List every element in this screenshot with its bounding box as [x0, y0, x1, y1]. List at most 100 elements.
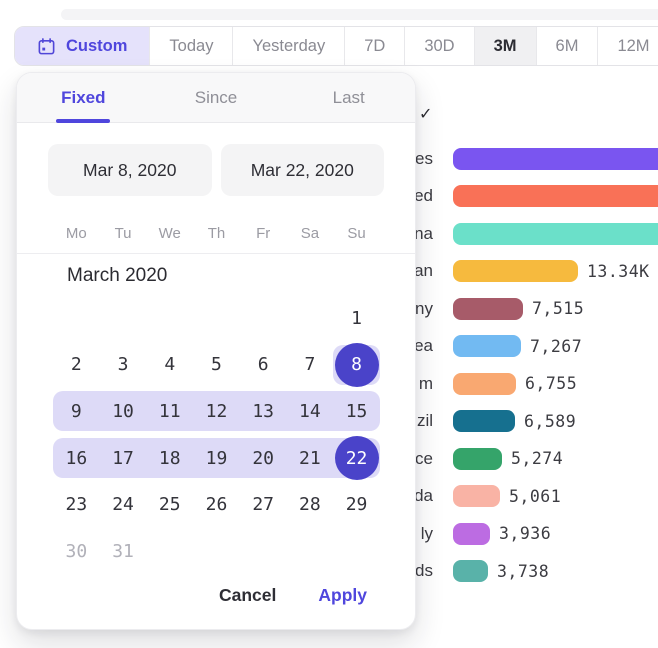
chart-bar — [453, 448, 502, 470]
preset-label: 3M — [494, 37, 517, 56]
calendar-day[interactable]: 24 — [100, 481, 147, 528]
calendar-day[interactable]: 6 — [240, 342, 287, 389]
calendar-day[interactable]: 23 — [53, 481, 100, 528]
calendar-day[interactable]: 26 — [193, 481, 240, 528]
calendar-icon — [37, 37, 56, 56]
date-range-toolbar: Custom Today Yesterday 7D 30D 3M 6M 12M — [14, 26, 658, 66]
calendar-day[interactable]: 3 — [100, 342, 147, 389]
chart-value: 7,267 — [530, 337, 582, 356]
chart-bar — [453, 185, 658, 207]
calendar-day[interactable]: 10 — [100, 388, 147, 435]
calendar-day[interactable]: 25 — [146, 481, 193, 528]
preset-button[interactable]: Yesterday — [233, 27, 345, 65]
custom-range-button[interactable]: Custom — [15, 27, 150, 65]
calendar-day[interactable]: 29 — [333, 481, 380, 528]
weekday-label: Mo — [53, 225, 100, 242]
tab-label: Since — [195, 88, 238, 108]
calendar-day[interactable]: 21 — [287, 435, 334, 482]
calendar-day[interactable]: 18 — [146, 435, 193, 482]
calendar-day[interactable]: 8 — [333, 342, 380, 389]
calendar-day — [146, 295, 193, 342]
header-divider — [17, 253, 415, 254]
calendar-day — [53, 295, 100, 342]
day-number: 21 — [299, 448, 321, 469]
day-number: 2 — [71, 354, 82, 375]
start-date-input[interactable]: Mar 8, 2020 — [48, 144, 212, 196]
chart-value: 7,515 — [532, 299, 584, 318]
day-number: 9 — [71, 401, 82, 422]
cancel-button[interactable]: Cancel — [219, 585, 276, 606]
preset-label: 12M — [617, 37, 649, 56]
calendar-day[interactable]: 27 — [240, 481, 287, 528]
preset-label: 6M — [556, 37, 579, 56]
apply-button[interactable]: Apply — [318, 585, 367, 606]
weekday-label: Tu — [100, 225, 147, 242]
calendar-day[interactable]: 13 — [240, 388, 287, 435]
calendar-day[interactable]: 14 — [287, 388, 334, 435]
preset-button[interactable]: Today — [150, 27, 233, 65]
calendar-day — [333, 528, 380, 575]
day-number: 3 — [118, 354, 129, 375]
day-number: 20 — [252, 448, 274, 469]
calendar-day[interactable]: 12 — [193, 388, 240, 435]
calendar-day[interactable]: 19 — [193, 435, 240, 482]
date-mode-tab[interactable]: Since — [150, 73, 283, 122]
day-number: 14 — [299, 401, 321, 422]
end-date-input[interactable]: Mar 22, 2020 — [221, 144, 385, 196]
preset-label: 30D — [424, 37, 454, 56]
chart-bar — [453, 260, 578, 282]
calendar-day — [287, 528, 334, 575]
chart-bar — [453, 148, 658, 170]
day-number: 31 — [112, 541, 134, 562]
calendar-day[interactable]: 4 — [146, 342, 193, 389]
chart-bar — [453, 485, 500, 507]
calendar-day — [240, 295, 287, 342]
chart-bar — [453, 335, 521, 357]
calendar-week-row: 23 24 25 26 27 28 29 — [53, 481, 380, 528]
calendar-day[interactable]: 1 — [333, 295, 380, 342]
calendar-week-row: 16 17 18 19 20 21 22 — [53, 435, 380, 482]
chart-value: 5,274 — [511, 449, 563, 468]
calendar-day[interactable]: 22 — [333, 435, 380, 482]
month-title: March 2020 — [67, 265, 167, 287]
day-number: 18 — [159, 448, 181, 469]
day-number: 16 — [66, 448, 88, 469]
date-mode-tab[interactable]: Last — [282, 73, 415, 122]
calendar-day[interactable]: 9 — [53, 388, 100, 435]
calendar-day[interactable]: 16 — [53, 435, 100, 482]
calendar-day[interactable]: 20 — [240, 435, 287, 482]
calendar-day[interactable]: 5 — [193, 342, 240, 389]
day-number: 28 — [299, 494, 321, 515]
weekday-label: We — [146, 225, 193, 242]
calendar-day[interactable]: 31 — [100, 528, 147, 575]
day-number: 7 — [304, 354, 315, 375]
chart-value: 6,589 — [524, 412, 576, 431]
date-mode-tab[interactable]: Fixed — [17, 73, 150, 122]
day-number: 13 — [252, 401, 274, 422]
calendar-day[interactable]: 17 — [100, 435, 147, 482]
popover-footer: Cancel Apply — [219, 585, 367, 606]
weekday-label: Fr — [240, 225, 287, 242]
chart-value: 5,061 — [509, 487, 561, 506]
preset-button[interactable]: 12M — [598, 27, 658, 65]
top-edge-card — [61, 9, 658, 20]
day-number: 4 — [164, 354, 175, 375]
check-icon: ✓ — [419, 104, 432, 124]
weekday-label: Th — [193, 225, 240, 242]
calendar-day[interactable]: 30 — [53, 528, 100, 575]
calendar-day[interactable]: 2 — [53, 342, 100, 389]
preset-button[interactable]: 7D — [345, 27, 405, 65]
day-number: 15 — [346, 401, 368, 422]
calendar-day[interactable]: 15 — [333, 388, 380, 435]
calendar-day[interactable]: 11 — [146, 388, 193, 435]
date-inputs-row: Mar 8, 2020 Mar 22, 2020 — [48, 144, 384, 196]
preset-button[interactable]: 3M — [475, 27, 537, 65]
chart-value: 3,738 — [497, 562, 549, 581]
preset-button[interactable]: 6M — [537, 27, 599, 65]
calendar-week-row: 2 3 4 5 6 7 8 — [53, 342, 380, 389]
preset-button[interactable]: 30D — [405, 27, 474, 65]
calendar-day[interactable]: 7 — [287, 342, 334, 389]
chart-value: 13.34K — [587, 262, 650, 281]
calendar-day[interactable]: 28 — [287, 481, 334, 528]
day-number: 17 — [112, 448, 134, 469]
